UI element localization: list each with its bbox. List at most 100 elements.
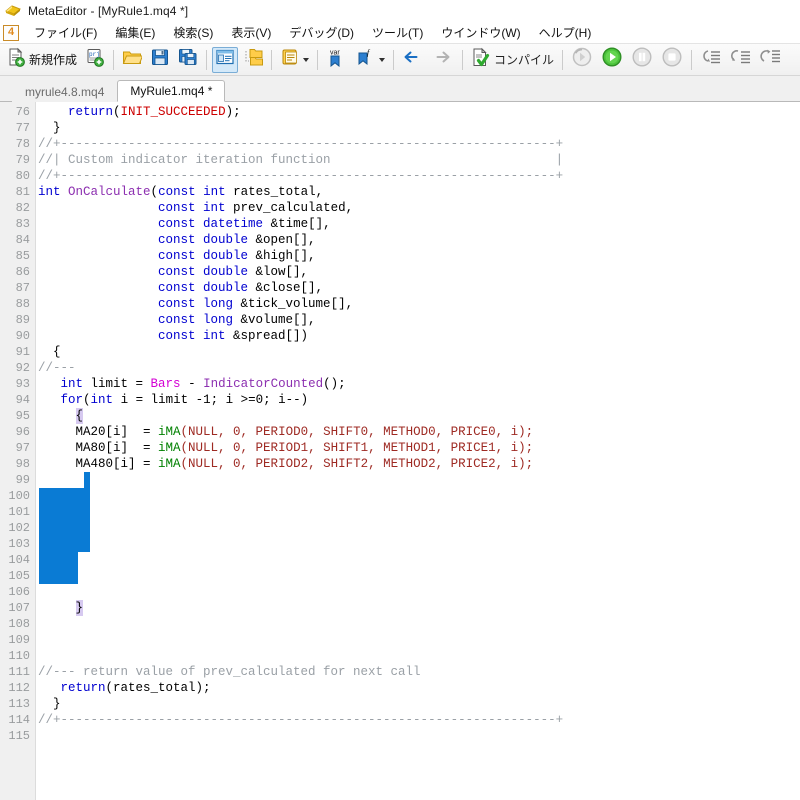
menu-debug[interactable]: デバッグ(D) <box>280 22 363 43</box>
line-number: 108 <box>8 617 30 631</box>
code-text-layer[interactable]: 76 return(INIT_SUCCEEDED); 77 } 78//+-----… <box>0 102 800 800</box>
menu-file[interactable]: ファイル(F) <box>25 22 106 43</box>
text-selection <box>84 472 90 488</box>
new-project-button[interactable]: prj <box>82 47 108 73</box>
code-line[interactable]: int OnCalculate(const int rates_total, <box>38 184 323 200</box>
toggle-navigator-button[interactable] <box>212 46 239 73</box>
menu-tools[interactable]: ツール(T) <box>363 22 432 43</box>
line-number: 115 <box>8 729 30 743</box>
stop-button[interactable] <box>658 47 686 73</box>
step-into-button[interactable] <box>697 47 725 73</box>
insert-function-button[interactable]: f <box>353 47 388 73</box>
line-number: 89 <box>15 313 30 327</box>
code-token: int <box>60 377 84 391</box>
code-token: //+-------------------------------------… <box>38 713 564 727</box>
code-token: (NULL, 0, PERIOD0, SHIFT0, METHOD0, PRIC… <box>180 425 534 439</box>
line-number: 97 <box>15 441 30 455</box>
code-token: int <box>38 185 61 199</box>
line-number: 85 <box>15 249 30 263</box>
toolbar-separator <box>317 49 319 70</box>
code-token: limit = <box>83 377 151 391</box>
line-number: 92 <box>15 361 30 375</box>
code-line[interactable]: //+-------------------------------------… <box>38 136 563 152</box>
code-token: rates_total, <box>225 185 324 199</box>
code-line[interactable]: MA80[i] = iMA(NULL, 0, PERIOD1, SHIFT1, … <box>38 440 534 456</box>
code-token: for <box>60 393 84 407</box>
menu-view[interactable]: 表示(V) <box>222 22 280 43</box>
step-out-button[interactable] <box>757 47 785 73</box>
save-all-button[interactable] <box>175 47 201 73</box>
code-line[interactable]: const double &open[], <box>38 232 316 248</box>
menu-search[interactable]: 検索(S) <box>164 22 222 43</box>
code-token: (NULL, 0, PERIOD2, SHIFT2, METHOD2, PRIC… <box>180 457 534 471</box>
folder-tree-button[interactable] <box>240 47 266 73</box>
pause-circle-icon <box>631 46 653 73</box>
code-line[interactable]: //| Custom indicator iteration function … <box>38 152 563 168</box>
navigate-forward-button[interactable] <box>429 47 457 73</box>
code-token: int <box>90 393 114 407</box>
code-line[interactable]: { <box>38 344 61 360</box>
tab-myrule1[interactable]: MyRule1.mq4 * <box>117 80 226 102</box>
mql4-badge-label: 4 <box>7 26 15 38</box>
menu-help[interactable]: ヘルプ(H) <box>530 22 601 43</box>
menu-edit[interactable]: 編集(E) <box>106 22 164 43</box>
code-line[interactable]: const long &tick_volume[], <box>38 296 353 312</box>
code-line[interactable]: const int prev_calculated, <box>38 200 353 216</box>
code-token: &open[], <box>248 233 316 247</box>
code-token: iMA <box>158 457 181 471</box>
line-number: 94 <box>15 393 30 407</box>
new-project-icon: prj <box>85 47 105 72</box>
code-line[interactable]: } <box>38 696 61 712</box>
code-token: const long <box>158 313 234 327</box>
insert-variable-button[interactable]: var <box>323 47 351 73</box>
code-line[interactable]: int limit = Bars - IndicatorCounted(); <box>38 376 346 392</box>
run-button[interactable] <box>598 47 626 73</box>
metaeditor-diamond-icon <box>4 3 22 19</box>
title-bar: MetaEditor - [MyRule1.mq4 *] <box>0 0 800 22</box>
menu-window[interactable]: ウインドウ(W) <box>432 22 529 43</box>
toolbar-separator <box>206 49 208 70</box>
chevron-down-icon[interactable] <box>303 57 310 62</box>
code-line[interactable]: const double &close[], <box>38 280 323 296</box>
code-line[interactable]: return(rates_total); <box>38 680 211 696</box>
code-token: return <box>68 105 114 119</box>
code-line[interactable]: } <box>38 120 61 136</box>
code-line[interactable]: const int &spread[]) <box>38 328 308 344</box>
code-line[interactable]: //--- <box>38 360 76 376</box>
code-line[interactable]: return(INIT_SUCCEEDED); <box>38 104 241 120</box>
new-file-button[interactable]: 新規作成 <box>3 47 80 73</box>
code-token: &tick_volume[], <box>233 297 354 311</box>
code-line[interactable]: const double &high[], <box>38 248 316 264</box>
save-button[interactable] <box>147 47 173 73</box>
window-title: MetaEditor - [MyRule1.mq4 *] <box>28 4 189 18</box>
tab-myrule48[interactable]: myrule4.8.mq4 <box>12 80 118 102</box>
compile-button[interactable]: コンパイル <box>468 47 557 73</box>
step-over-button[interactable] <box>727 47 755 73</box>
code-line[interactable]: const datetime &time[], <box>38 216 331 232</box>
code-token: OnCalculate <box>68 185 151 199</box>
code-editor[interactable]: 76 return(INIT_SUCCEEDED); 77 } 78//+-----… <box>0 102 800 800</box>
code-line[interactable]: //--- return value of prev_calculated fo… <box>38 664 421 680</box>
code-token: MA480[i] = <box>38 457 159 471</box>
code-token: //--- return value of prev_calculated fo… <box>38 665 421 679</box>
code-token: } <box>38 601 84 615</box>
open-button[interactable] <box>119 47 145 73</box>
code-line[interactable]: //+-------------------------------------… <box>38 168 563 184</box>
code-line[interactable]: const long &volume[], <box>38 312 316 328</box>
restart-button[interactable] <box>568 47 596 73</box>
properties-button[interactable] <box>277 47 312 73</box>
code-line[interactable]: MA20[i] = iMA(NULL, 0, PERIOD0, SHIFT0, … <box>38 424 534 440</box>
chevron-down-icon[interactable] <box>379 57 386 62</box>
code-line[interactable]: { <box>38 408 84 424</box>
text-selection <box>39 488 90 552</box>
code-line[interactable]: } <box>38 600 84 616</box>
code-line[interactable]: MA480[i] = iMA(NULL, 0, PERIOD2, SHIFT2,… <box>38 456 534 472</box>
pause-button[interactable] <box>628 47 656 73</box>
code-line[interactable]: for(int i = limit -1; i >=0; i--) <box>38 392 309 408</box>
code-line[interactable]: const double &low[], <box>38 264 308 280</box>
step-over-icon <box>730 47 752 72</box>
navigate-back-button[interactable] <box>399 47 427 73</box>
metaeditor-window: MetaEditor - [MyRule1.mq4 *] 4 ファイル(F) 編… <box>0 0 800 800</box>
code-line[interactable]: //+-------------------------------------… <box>38 712 563 728</box>
